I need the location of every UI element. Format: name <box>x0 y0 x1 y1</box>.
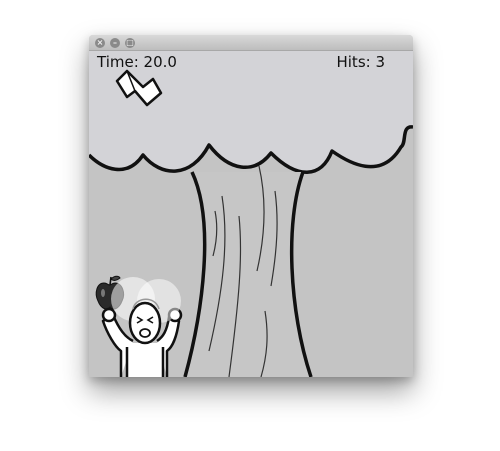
close-button[interactable]: × <box>95 38 105 48</box>
time-counter: Time: 20.0 <box>97 53 177 71</box>
window-titlebar[interactable]: × – □ <box>89 35 413 51</box>
game-window: × – □ Time: 20.0 Hits: 3 <box>89 35 413 377</box>
minimize-button[interactable]: – <box>110 38 120 48</box>
game-canvas[interactable]: Time: 20.0 Hits: 3 <box>89 51 413 377</box>
maximize-button[interactable]: □ <box>125 38 135 48</box>
game-scene <box>89 51 413 377</box>
hits-counter: Hits: 3 <box>336 53 385 71</box>
